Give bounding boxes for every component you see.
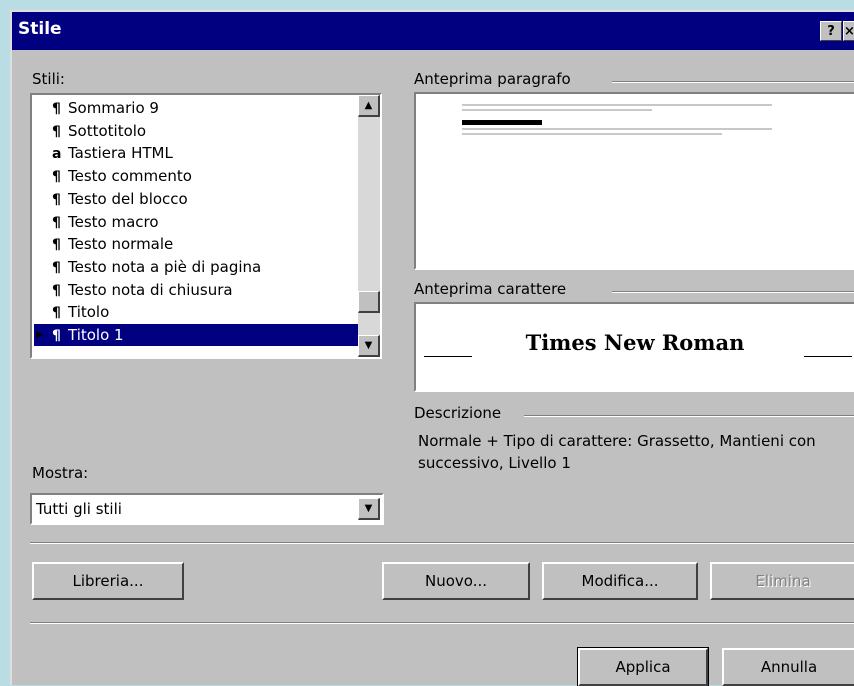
description-text: Normale + Tipo di carattere: Grassetto, … (418, 432, 816, 472)
paragraph-style-icon: ¶ (52, 123, 61, 140)
paragraph-preview-label: Anteprima paragrafo (414, 70, 571, 88)
preview-baseline-right (804, 356, 852, 357)
style-list-item[interactable]: ¶ Testo nota a piè di pagina (52, 256, 261, 278)
style-list-item[interactable]: a Tastiera HTML (52, 142, 173, 164)
paragraph-style-icon: ¶ (52, 237, 61, 254)
style-list-item-label: Testo macro (68, 212, 159, 231)
scroll-up-arrow-icon[interactable]: ▲ (358, 95, 380, 117)
dialog-title: Stile (18, 19, 62, 39)
scroll-thumb[interactable] (358, 291, 380, 313)
cancel-button[interactable]: Annulla (722, 648, 854, 686)
show-dropdown-value: Tutti gli stili (36, 500, 122, 518)
preview-baseline-left (424, 356, 472, 357)
style-dialog: Stile ? × Stili: ¶ Sommario 9 ¶ Sottotitolo… (10, 10, 854, 686)
character-preview-divider (612, 291, 854, 293)
paragraph-style-icon: ¶ (52, 305, 61, 322)
current-style-arrow-icon: ▶ (36, 330, 43, 340)
separator-top (30, 542, 854, 544)
style-list-item-label: Testo nota a piè di pagina (68, 257, 262, 276)
show-label: Mostra: (32, 464, 89, 482)
dropdown-arrow-icon[interactable]: ▼ (358, 498, 380, 520)
style-list-item-label: Titolo (68, 303, 110, 322)
new-button[interactable]: Nuovo... (382, 562, 530, 600)
help-button[interactable]: ? (820, 21, 842, 41)
paragraph-style-icon: ¶ (52, 214, 61, 231)
style-list-item[interactable]: ¶ Sommario 9 (52, 97, 159, 119)
style-list-item[interactable]: ¶ Testo macro (52, 211, 159, 233)
paragraph-style-icon: ¶ (52, 191, 61, 208)
style-list-item[interactable]: ¶ Testo nota di chiusura (52, 279, 233, 301)
styles-label: Stili: (32, 70, 65, 88)
style-list-item[interactable]: ¶ Testo del blocco (52, 188, 188, 210)
style-list-item[interactable]: ¶ Sottotitolo (52, 120, 146, 142)
paragraph-style-icon: ¶ (52, 282, 61, 299)
style-list-item[interactable]: ¶ Titolo (52, 301, 109, 323)
paragraph-preview-divider (612, 81, 854, 83)
style-list-item[interactable]: ▶ ¶ Titolo 1 (34, 324, 358, 346)
description-divider (524, 415, 854, 417)
style-list-item-label: Testo nota di chiusura (68, 280, 233, 299)
apply-button[interactable]: Applica (577, 647, 709, 686)
paragraph-style-icon: ¶ (52, 259, 61, 276)
paragraph-preview-graphic (462, 104, 772, 135)
character-preview-text: Times New Roman (525, 330, 745, 355)
close-button[interactable]: × (843, 21, 854, 41)
paragraph-style-icon: ¶ (52, 328, 61, 344)
modify-button[interactable]: Modifica... (542, 562, 698, 600)
description-label: Descrizione (414, 404, 502, 422)
style-list-item-label: Testo normale (68, 235, 174, 254)
style-list-item-label: Sottotitolo (68, 121, 147, 140)
style-list-item-label: Testo commento (68, 167, 192, 186)
show-dropdown[interactable]: Tutti gli stili ▼ (30, 493, 384, 525)
character-preview-box: Times New Roman (414, 302, 854, 392)
paragraph-style-icon: ¶ (52, 101, 61, 117)
style-list-item-label: Titolo 1 (68, 326, 124, 344)
scroll-down-arrow-icon[interactable]: ▼ (358, 335, 380, 357)
styles-listbox[interactable]: ¶ Sommario 9 ¶ Sottotitolo a Tastiera HTML ¶ Te… (30, 93, 382, 359)
style-list-item[interactable]: ¶ Testo commento (52, 165, 192, 187)
separator-bottom (30, 622, 854, 624)
paragraph-style-icon: ¶ (52, 169, 61, 186)
styles-scrollbar[interactable]: ▲ ▼ (358, 95, 380, 357)
paragraph-preview-box (414, 92, 854, 270)
library-button[interactable]: Libreria... (32, 562, 184, 600)
style-list-item[interactable]: ¶ Testo normale (52, 233, 173, 255)
style-list-item-label: Tastiera HTML (68, 144, 173, 163)
title-bar: Stile ? × (12, 12, 854, 50)
character-preview-label: Anteprima carattere (414, 280, 567, 298)
delete-button[interactable]: Elimina (710, 562, 854, 600)
style-list-item-label: Sommario 9 (68, 99, 159, 117)
style-list-item-label: Testo del blocco (68, 189, 188, 208)
character-style-icon: a (52, 146, 62, 163)
